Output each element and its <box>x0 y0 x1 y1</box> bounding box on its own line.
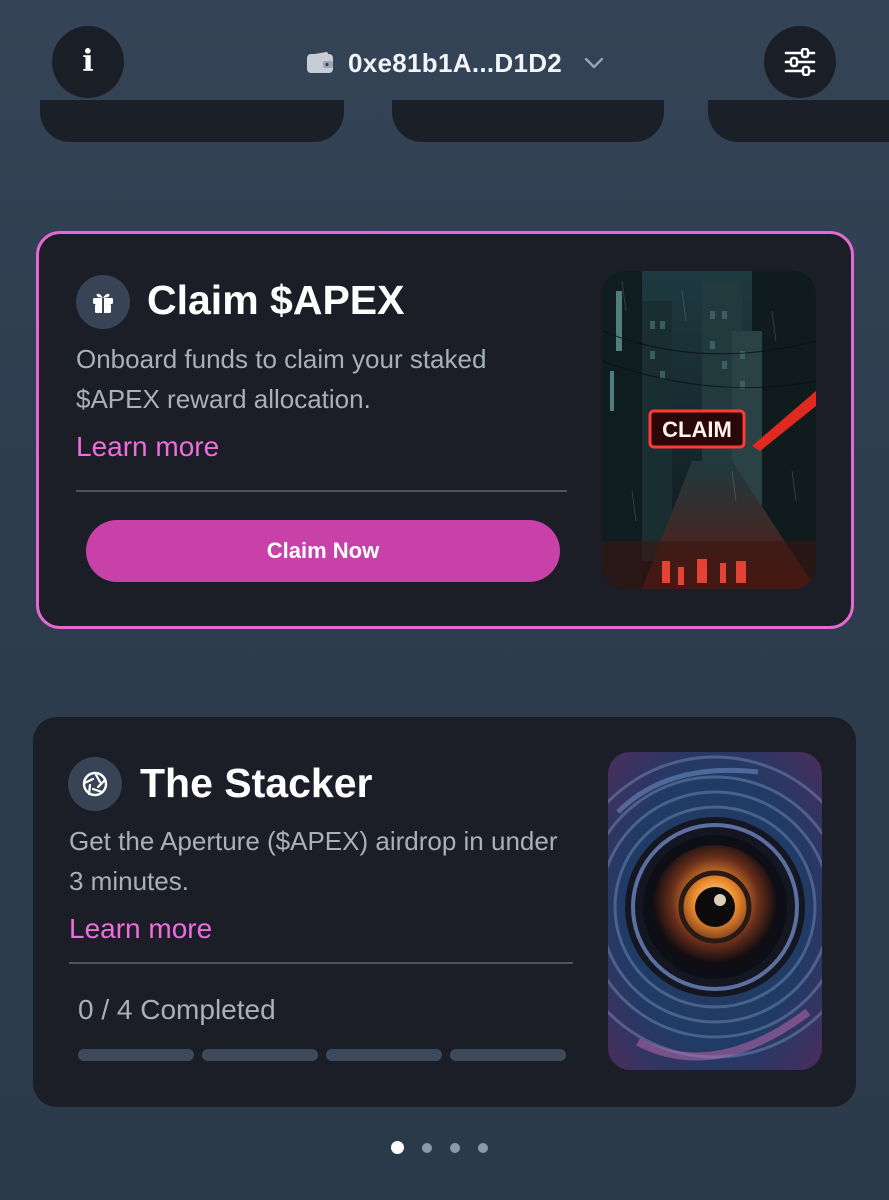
sliders-icon <box>784 48 816 76</box>
learn-more-link[interactable]: Learn more <box>69 913 212 945</box>
previous-card-edge <box>40 100 344 142</box>
pager-dot-1[interactable] <box>391 1141 404 1154</box>
claim-sign-text: CLAIM <box>662 417 732 442</box>
progress-segment <box>202 1049 318 1061</box>
divider <box>76 490 567 492</box>
divider <box>69 962 573 964</box>
progress-segment <box>78 1049 194 1061</box>
pager-dot-2[interactable] <box>422 1142 432 1153</box>
wallet-selector[interactable]: 0xe81b1A...D1D2 <box>306 42 604 84</box>
card-description: Get the Aperture ($APEX) airdrop in unde… <box>69 826 558 896</box>
claim-apex-card[interactable]: Claim $APEX Onboard funds to claim your … <box>36 231 854 629</box>
pager-dots <box>391 1141 488 1154</box>
learn-more-link[interactable]: Learn more <box>76 431 219 463</box>
the-stacker-card[interactable]: The Stacker Get the Aperture ($APEX) air… <box>33 717 856 1107</box>
info-icon: i <box>82 44 94 79</box>
previous-card-edge <box>708 100 889 142</box>
camera-lens-artwork <box>608 752 822 1070</box>
info-button[interactable]: i <box>52 26 124 98</box>
aperture-icon <box>68 757 122 811</box>
progress-label: 0 / 4 Completed <box>78 994 276 1025</box>
wallet-icon <box>307 51 333 73</box>
pager-dot-4[interactable] <box>478 1142 488 1153</box>
progress-segment <box>326 1049 442 1061</box>
card-description: Onboard funds to claim your staked $APEX… <box>76 344 487 414</box>
chevron-down-icon <box>584 57 604 69</box>
claim-artwork: CLAIM <box>602 271 816 589</box>
pager-dot-3[interactable] <box>450 1142 460 1153</box>
claim-now-button[interactable]: Claim Now <box>86 520 560 582</box>
card-title: The Stacker <box>140 760 373 806</box>
settings-button[interactable] <box>764 26 836 98</box>
progress-segment <box>450 1049 566 1061</box>
wallet-address: 0xe81b1A...D1D2 <box>348 47 563 78</box>
card-title: Claim $APEX <box>147 277 405 323</box>
previous-card-edge <box>392 100 664 142</box>
gift-icon <box>76 275 130 329</box>
